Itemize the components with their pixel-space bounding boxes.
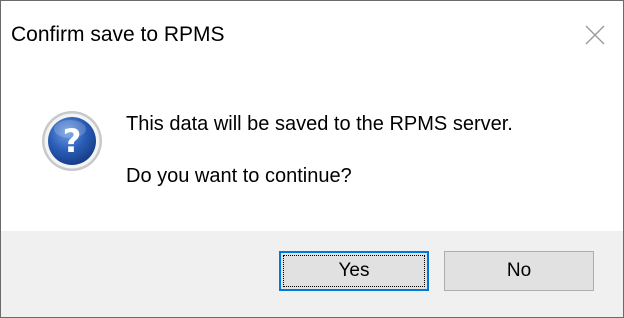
yes-button[interactable]: Yes (279, 251, 429, 291)
message-text: This data will be saved to the RPMS serv… (126, 113, 513, 135)
yes-button-label: Yes (338, 260, 370, 281)
title-bar: Confirm save to RPMS (1, 1, 623, 73)
window-title: Confirm save to RPMS (11, 23, 225, 46)
close-button[interactable] (581, 21, 609, 49)
question-icon: ? (42, 111, 102, 171)
close-icon (585, 25, 605, 45)
no-button-label: No (506, 260, 532, 281)
question-text: Do you want to continue? (126, 165, 352, 187)
message-area: ? This data will be saved to the RPMS se… (1, 73, 623, 231)
button-bar: Yes No (1, 231, 623, 317)
no-button[interactable]: No (444, 251, 594, 291)
svg-text:?: ? (63, 122, 82, 160)
confirm-dialog: Confirm save to RPMS ? This data will be… (0, 0, 624, 318)
